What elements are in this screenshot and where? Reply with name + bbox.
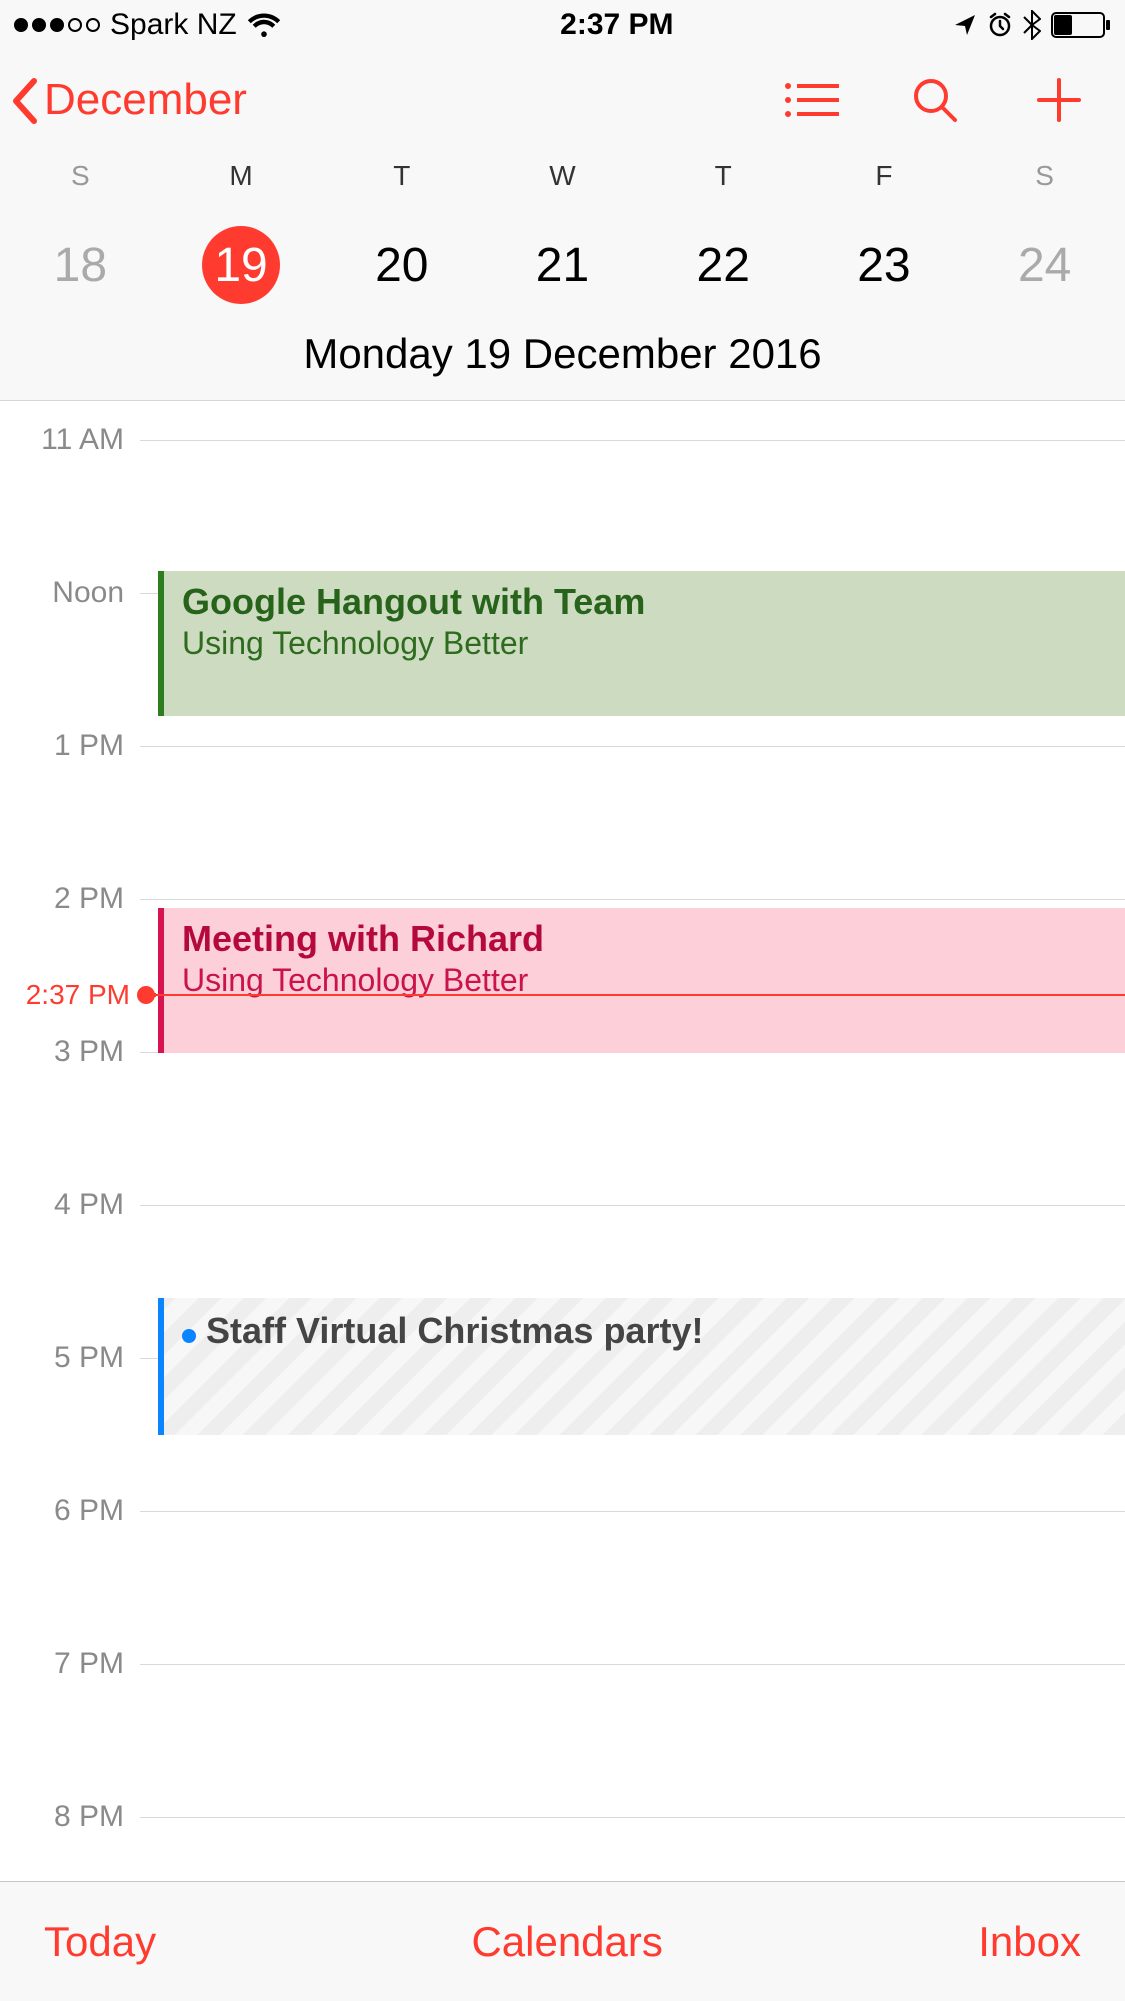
week-date[interactable]: 24 bbox=[964, 226, 1125, 304]
status-bar: Spark NZ 2:37 PM bbox=[0, 0, 1125, 50]
chevron-left-icon bbox=[8, 77, 42, 125]
calendars-button[interactable]: Calendars bbox=[471, 1918, 662, 1966]
week-date[interactable]: 19 bbox=[161, 226, 322, 304]
hour-label: 4 PM bbox=[0, 1188, 140, 1222]
weekday-label: F bbox=[804, 160, 965, 192]
hour-label: 11 AM bbox=[0, 423, 140, 457]
today-button[interactable]: Today bbox=[44, 1918, 156, 1966]
location-icon bbox=[953, 13, 977, 37]
signal-strength-icon bbox=[14, 18, 100, 32]
calendar-event[interactable]: Google Hangout with TeamUsing Technology… bbox=[158, 571, 1125, 716]
back-button[interactable]: December bbox=[8, 75, 247, 125]
weekday-label: S bbox=[964, 160, 1125, 192]
hour-label: 5 PM bbox=[0, 1341, 140, 1375]
list-icon bbox=[783, 80, 839, 120]
event-color-dot bbox=[182, 1329, 196, 1343]
hour-label: 8 PM bbox=[0, 1800, 140, 1834]
day-schedule[interactable]: 11 AM Noon 1 PM 2 PM 3 PM 4 PM 5 PM 6 PM 7 PM 8 P… bbox=[0, 401, 1125, 1841]
add-event-button[interactable] bbox=[1029, 75, 1089, 125]
hour-gridline bbox=[140, 440, 1125, 441]
hour-label: 3 PM bbox=[0, 1035, 140, 1069]
hour-row: 8 PM bbox=[0, 1800, 1125, 1834]
list-view-button[interactable] bbox=[781, 75, 841, 125]
weekday-labels: SMTWTFS bbox=[0, 160, 1125, 192]
calendar-event[interactable]: Staff Virtual Christmas party! bbox=[158, 1298, 1125, 1436]
hour-row: 1 PM bbox=[0, 729, 1125, 763]
inbox-button[interactable]: Inbox bbox=[978, 1918, 1081, 1966]
hour-gridline bbox=[140, 746, 1125, 747]
weekday-label: T bbox=[643, 160, 804, 192]
week-date-picker[interactable]: 18192021222324 bbox=[0, 226, 1125, 304]
hour-gridline bbox=[140, 1205, 1125, 1206]
plus-icon bbox=[1037, 78, 1081, 122]
battery-icon bbox=[1051, 12, 1111, 38]
search-button[interactable] bbox=[905, 75, 965, 125]
calendar-event[interactable]: Meeting with RichardUsing Technology Bet… bbox=[158, 908, 1125, 1053]
status-right bbox=[953, 10, 1111, 40]
bottom-toolbar: Today Calendars Inbox bbox=[0, 1881, 1125, 2001]
now-time-label: 2:37 PM bbox=[0, 979, 140, 1011]
week-date[interactable]: 18 bbox=[0, 226, 161, 304]
back-label: December bbox=[44, 75, 247, 125]
weekday-label: T bbox=[321, 160, 482, 192]
hour-row: 7 PM bbox=[0, 1647, 1125, 1681]
hour-label: 1 PM bbox=[0, 729, 140, 763]
hour-label: 6 PM bbox=[0, 1494, 140, 1528]
hour-gridline bbox=[140, 1664, 1125, 1665]
week-date[interactable]: 21 bbox=[482, 226, 643, 304]
week-date[interactable]: 22 bbox=[643, 226, 804, 304]
hour-row: 4 PM bbox=[0, 1188, 1125, 1222]
hour-row: 6 PM bbox=[0, 1494, 1125, 1528]
hour-gridline bbox=[140, 899, 1125, 900]
bluetooth-icon bbox=[1023, 10, 1041, 40]
event-title: Google Hangout with Team bbox=[182, 581, 1107, 623]
hour-gridline bbox=[140, 1511, 1125, 1512]
status-time: 2:37 PM bbox=[560, 8, 673, 42]
hour-label: Noon bbox=[0, 576, 140, 610]
alarm-icon bbox=[987, 12, 1013, 38]
week-date[interactable]: 20 bbox=[321, 226, 482, 304]
hour-label: 7 PM bbox=[0, 1647, 140, 1681]
week-date[interactable]: 23 bbox=[804, 226, 965, 304]
full-date-label: Monday 19 December 2016 bbox=[0, 330, 1125, 400]
hour-gridline bbox=[140, 1817, 1125, 1818]
now-indicator-line bbox=[148, 994, 1125, 996]
event-title: Meeting with Richard bbox=[182, 918, 1107, 960]
weekday-label: M bbox=[161, 160, 322, 192]
carrier-label: Spark NZ bbox=[110, 8, 237, 42]
weekday-label: S bbox=[0, 160, 161, 192]
calendar-header: December SMTWTFS 18192021222324 Monday 1… bbox=[0, 50, 1125, 401]
weekday-label: W bbox=[482, 160, 643, 192]
search-icon bbox=[911, 76, 959, 124]
hour-row: 11 AM bbox=[0, 423, 1125, 457]
status-left: Spark NZ bbox=[14, 8, 281, 42]
event-title: Staff Virtual Christmas party! bbox=[206, 1310, 703, 1351]
wifi-icon bbox=[247, 12, 281, 38]
hour-label: 2 PM bbox=[0, 882, 140, 916]
event-location: Using Technology Better bbox=[182, 625, 1107, 662]
